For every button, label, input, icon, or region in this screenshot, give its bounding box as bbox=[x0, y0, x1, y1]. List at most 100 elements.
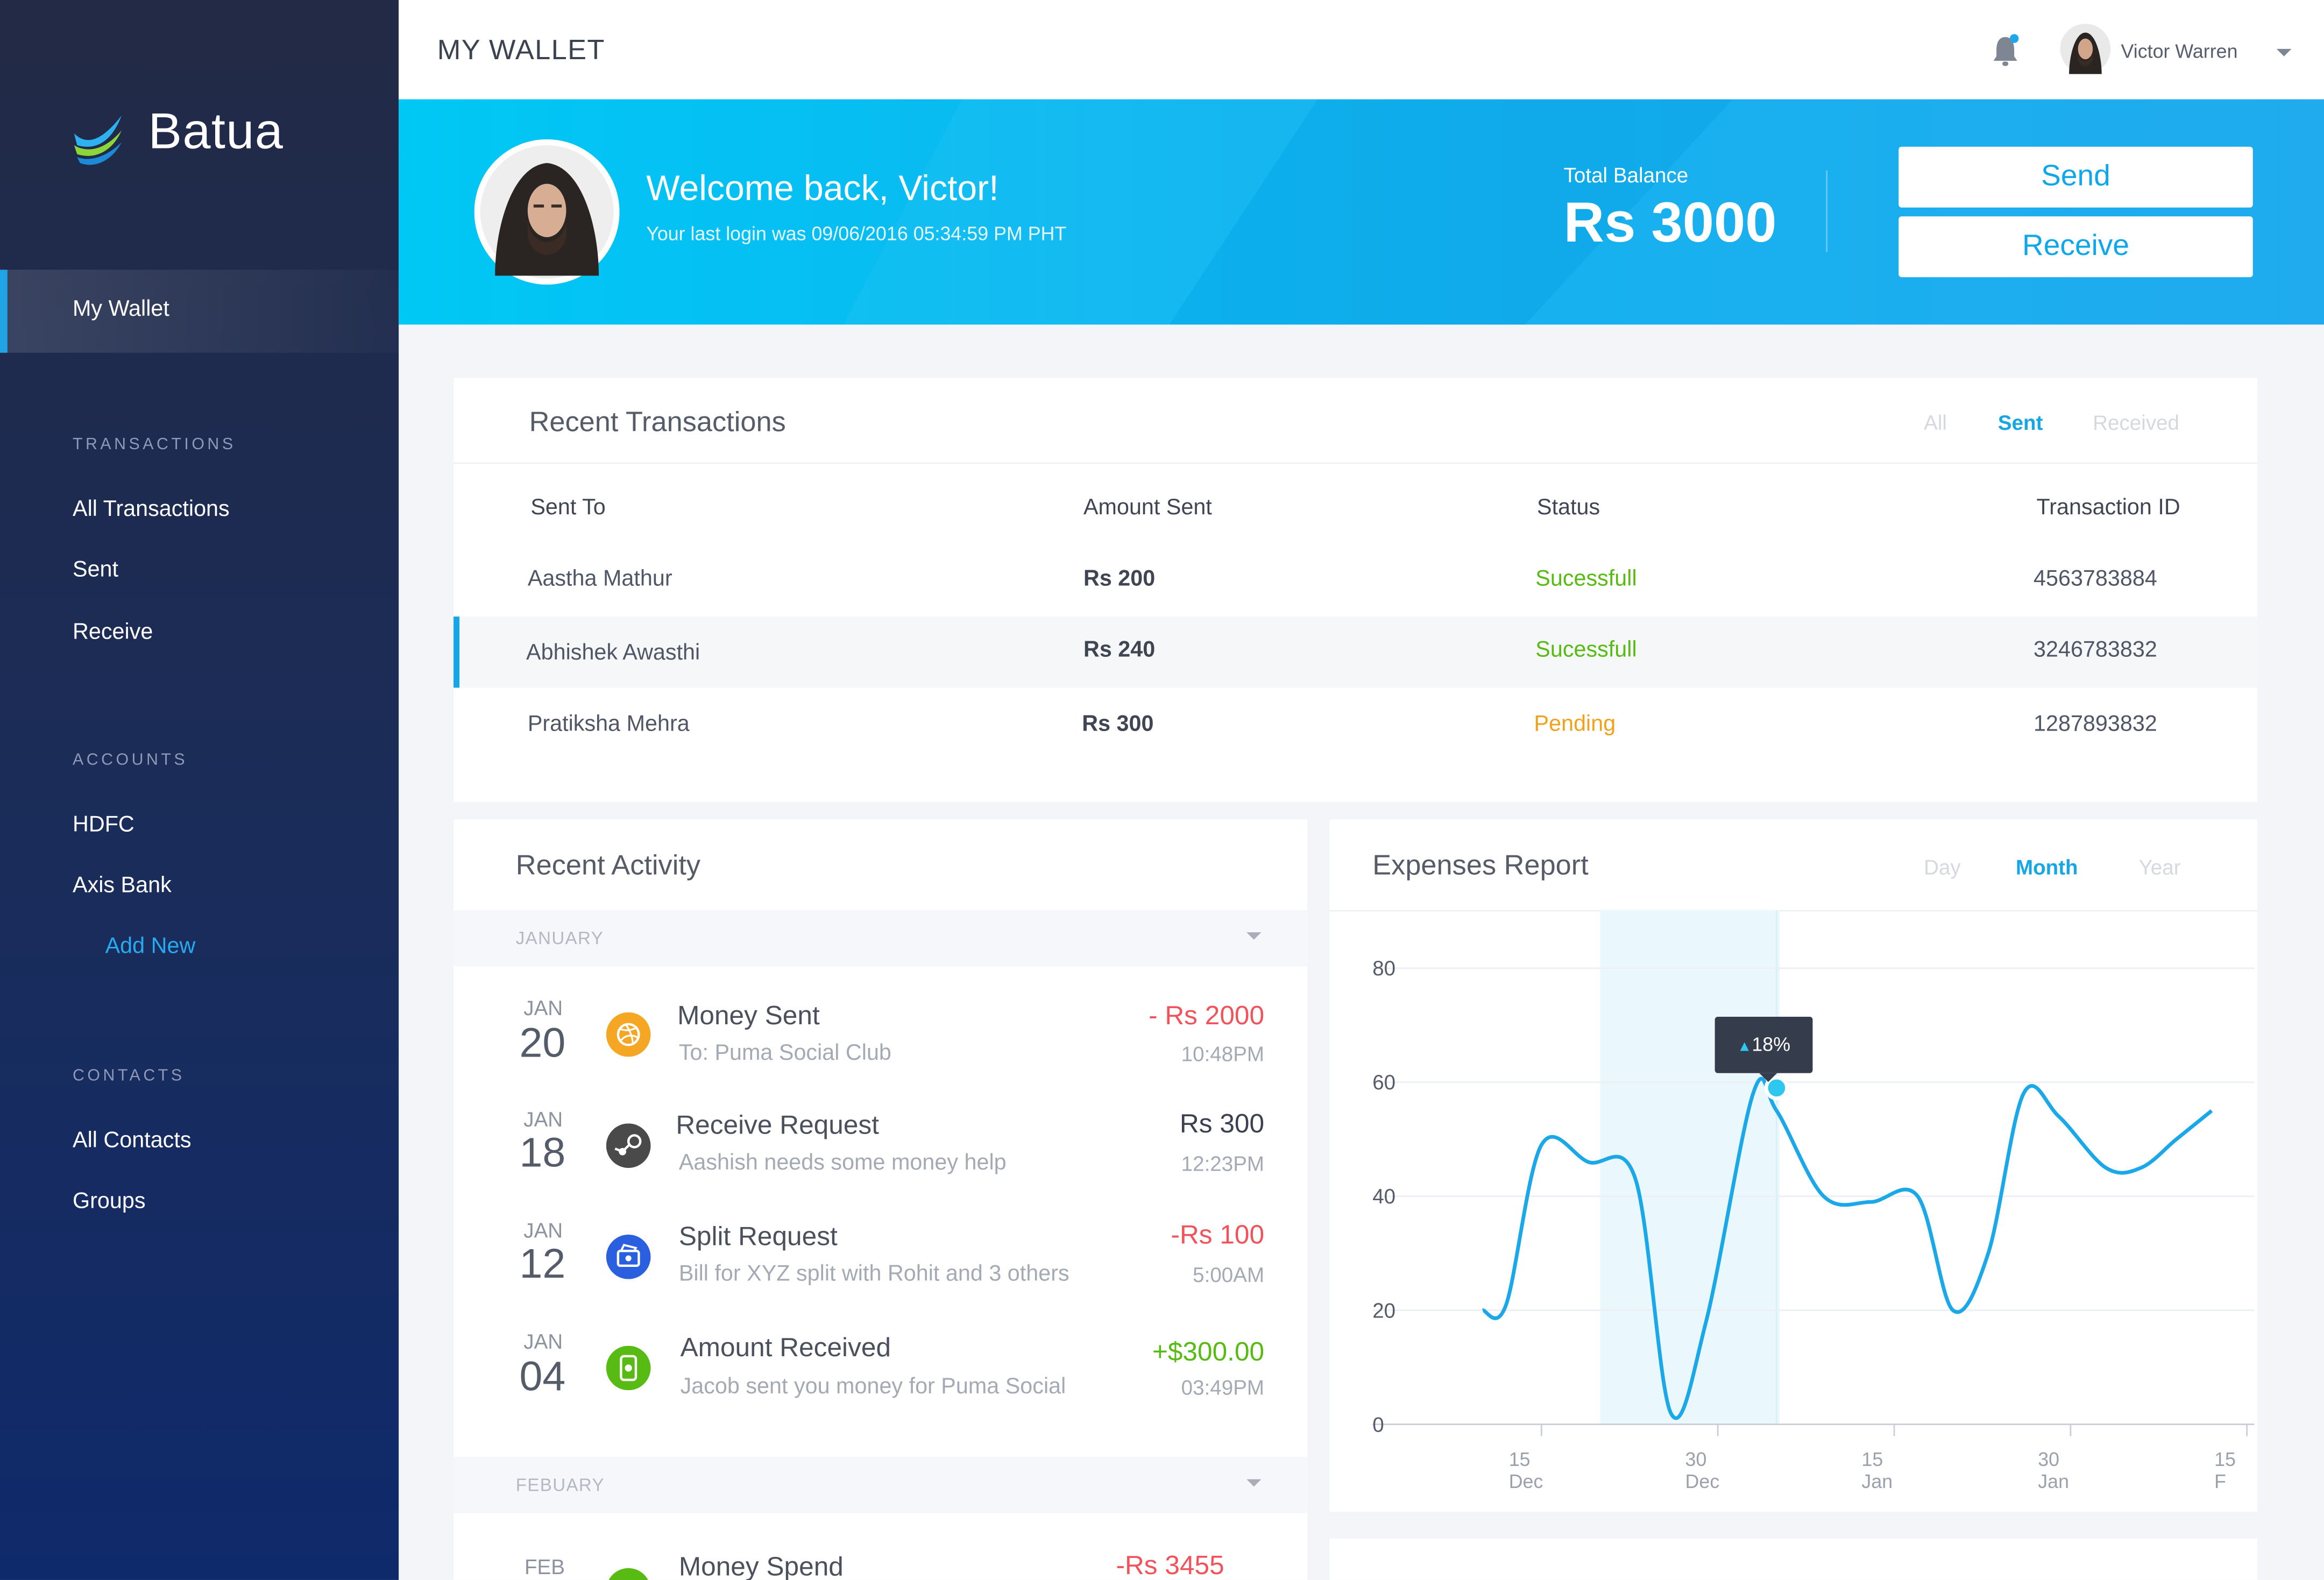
sidebar-active-indicator bbox=[0, 270, 8, 353]
sidebar-item-receive[interactable]: Receive bbox=[73, 620, 153, 645]
sidebar-item-groups[interactable]: Groups bbox=[73, 1189, 146, 1214]
activity-amount: -Rs 100 bbox=[1171, 1220, 1265, 1250]
y-tick-label: 0 bbox=[1372, 1412, 1384, 1436]
activity-title[interactable]: Money Sent bbox=[677, 1001, 820, 1032]
table-cell-name[interactable]: Abhishek Awasthi bbox=[526, 640, 700, 665]
last-login-text: Your last login was 09/06/2016 05:34:59 … bbox=[646, 222, 1067, 245]
month-label: JANUARY bbox=[515, 927, 604, 949]
y-tick-label: 20 bbox=[1372, 1298, 1396, 1322]
welcome-message: Welcome back, Victor! bbox=[646, 169, 999, 209]
y-tick-label: 60 bbox=[1372, 1070, 1396, 1094]
expenses-line bbox=[1482, 1076, 2213, 1420]
user-avatar[interactable] bbox=[2060, 24, 2111, 74]
sidebar-item-axis-bank[interactable]: Axis Bank bbox=[73, 873, 172, 898]
bill-icon bbox=[606, 1235, 651, 1279]
activity-month: JAN bbox=[523, 1107, 563, 1131]
recent-transactions-card bbox=[454, 378, 2258, 802]
page-title: MY WALLET bbox=[437, 36, 605, 67]
filter-sent[interactable]: Sent bbox=[1998, 410, 2043, 434]
top-bar bbox=[399, 0, 2324, 100]
chevron-down-icon[interactable] bbox=[2275, 47, 2293, 59]
sidebar-item-sent[interactable]: Sent bbox=[73, 557, 118, 583]
welcome-banner bbox=[399, 99, 2324, 325]
x-tick-label: 15 F bbox=[2214, 1448, 2236, 1493]
activity-time: 03:49PM bbox=[1181, 1375, 1265, 1399]
activity-title[interactable]: Split Request bbox=[679, 1221, 838, 1252]
activity-title[interactable]: Receive Request bbox=[676, 1110, 879, 1142]
receive-button[interactable]: Receive bbox=[1898, 216, 2253, 278]
activity-amount: Rs 300 bbox=[1179, 1108, 1265, 1138]
activity-subtitle: Aashish needs some money help bbox=[678, 1150, 1007, 1175]
arrow-up-icon: ▲ bbox=[1737, 1039, 1752, 1055]
y-tick-label: 40 bbox=[1372, 1184, 1396, 1208]
recent-transactions-title: Recent Transactions bbox=[529, 407, 786, 439]
filter-month[interactable]: Month bbox=[2016, 855, 2078, 879]
sidebar-item-all-transactions[interactable]: All Transactions bbox=[73, 497, 230, 522]
profile-photo bbox=[474, 139, 620, 285]
table-cell-amount: Rs 200 bbox=[1083, 566, 1156, 592]
tooltip-value: 18% bbox=[1752, 1033, 1791, 1055]
table-cell-amount: Rs 300 bbox=[1082, 711, 1154, 737]
table-cell-status: Sucessfull bbox=[1535, 637, 1637, 663]
activity-subtitle: Bill for XYZ split with Rohit and 3 othe… bbox=[678, 1261, 1069, 1287]
sidebar-section-accounts: ACCOUNTS bbox=[73, 751, 188, 769]
sidebar bbox=[0, 0, 399, 1580]
dribbble-icon bbox=[606, 1012, 651, 1057]
filter-received[interactable]: Received bbox=[2093, 410, 2179, 434]
activity-amount: - Rs 2000 bbox=[1149, 1000, 1265, 1030]
table-cell-status: Pending bbox=[1534, 711, 1616, 737]
bell-icon[interactable] bbox=[1990, 33, 2023, 68]
x-tick-label: 15 Dec bbox=[1508, 1448, 1543, 1493]
table-row-highlight bbox=[454, 617, 2258, 688]
sidebar-section-transactions: TRANSACTIONS bbox=[73, 435, 236, 454]
sidebar-item-hdfc[interactable]: HDFC bbox=[73, 812, 134, 838]
column-header-amount: Amount Sent bbox=[1083, 495, 1212, 521]
activity-day: 18 bbox=[519, 1129, 566, 1175]
table-cell-id: 3246783832 bbox=[2033, 637, 2157, 663]
chevron-down-icon[interactable] bbox=[1246, 932, 1262, 941]
next-card bbox=[1329, 1538, 2258, 1580]
x-tick-label: 30 Dec bbox=[1685, 1448, 1720, 1493]
activity-time: 5:00AM bbox=[1193, 1263, 1265, 1287]
activity-time: 12:23PM bbox=[1181, 1151, 1265, 1175]
activity-month: FEB bbox=[524, 1555, 565, 1579]
column-header-transaction-id: Transaction ID bbox=[2036, 495, 2180, 521]
total-balance-label: Total Balance bbox=[1563, 163, 1689, 187]
table-cell-name[interactable]: Aastha Mathur bbox=[528, 566, 672, 591]
batua-logo-icon bbox=[74, 115, 122, 165]
activity-title[interactable]: Money Spend bbox=[679, 1552, 844, 1580]
activity-time: 10:48PM bbox=[1181, 1041, 1265, 1066]
table-cell-name[interactable]: Pratiksha Mehra bbox=[528, 711, 690, 736]
phone-money-icon bbox=[606, 1345, 651, 1391]
banner-pattern bbox=[843, 99, 1733, 325]
sidebar-item-my-wallet-bg bbox=[0, 270, 399, 353]
activity-amount: -Rs 3455 bbox=[1116, 1550, 1224, 1580]
filter-day[interactable]: Day bbox=[1924, 855, 1961, 879]
sidebar-item-all-contacts[interactable]: All Contacts bbox=[73, 1128, 192, 1153]
username-label[interactable]: Victor Warren bbox=[2121, 40, 2238, 62]
activity-day: 04 bbox=[519, 1353, 566, 1399]
tooltip-arrow bbox=[1759, 1073, 1777, 1082]
filter-year[interactable]: Year bbox=[2139, 855, 2181, 879]
total-balance-amount: Rs 3000 bbox=[1563, 193, 1777, 255]
sidebar-item-my-wallet[interactable]: My Wallet bbox=[73, 296, 169, 322]
column-header-status: Status bbox=[1537, 495, 1600, 521]
month-label: FEBUARY bbox=[515, 1475, 605, 1496]
activity-amount: +$300.00 bbox=[1152, 1337, 1265, 1367]
send-button[interactable]: Send bbox=[1898, 146, 2253, 208]
filter-all[interactable]: All bbox=[1924, 410, 1947, 434]
x-tick-label: 15 Jan bbox=[1861, 1448, 1893, 1493]
add-account-link[interactable]: Add New bbox=[105, 934, 196, 959]
brand-name[interactable]: Batua bbox=[148, 104, 284, 161]
steam-icon bbox=[606, 1123, 651, 1168]
table-cell-amount: Rs 240 bbox=[1083, 637, 1156, 663]
chevron-down-icon[interactable] bbox=[1246, 1479, 1262, 1489]
activity-day: 12 bbox=[519, 1241, 566, 1287]
activity-title[interactable]: Amount Received bbox=[681, 1333, 891, 1364]
y-tick-label: 80 bbox=[1372, 956, 1396, 980]
activity-day: 20 bbox=[519, 1019, 566, 1066]
activity-subtitle: Jacob sent you money for Puma Social bbox=[680, 1373, 1066, 1399]
chart-highlight-band bbox=[1600, 910, 1780, 1425]
sidebar-section-contacts: CONTACTS bbox=[73, 1067, 185, 1085]
chart-tooltip: ▲18% bbox=[1714, 1016, 1813, 1073]
